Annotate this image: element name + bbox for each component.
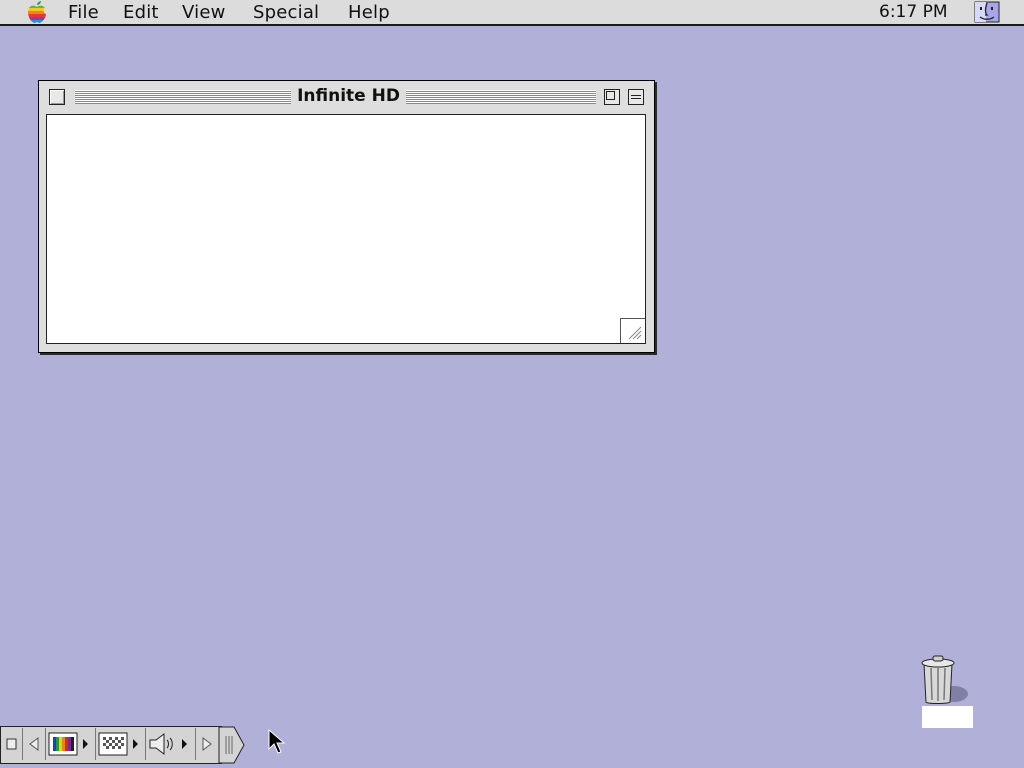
strip-divider	[22, 728, 23, 760]
trash-label[interactable]	[922, 706, 973, 728]
window-content-area[interactable]	[46, 114, 646, 344]
zoom-box-icon[interactable]	[604, 89, 620, 105]
strip-divider	[45, 728, 46, 760]
menu-bar: File Edit View Special Help 6:17 PM	[0, 0, 1024, 26]
strip-collapse-icon[interactable]	[3, 729, 21, 759]
menu-special[interactable]: Special	[253, 2, 319, 23]
monitor-bit-depth-icon[interactable]	[47, 729, 93, 759]
menu-file[interactable]: File	[68, 2, 99, 23]
finder-window[interactable]: Infinite HD	[38, 80, 655, 353]
menu-clock[interactable]: 6:17 PM	[879, 2, 948, 22]
control-strip[interactable]	[0, 726, 246, 764]
menu-edit[interactable]: Edit	[123, 2, 159, 23]
menu-view[interactable]: View	[182, 2, 226, 23]
menu-help[interactable]: Help	[348, 2, 390, 23]
close-box-icon[interactable]	[49, 89, 65, 105]
strip-tab-icon[interactable]	[218, 726, 246, 764]
sound-volume-icon[interactable]	[147, 729, 193, 759]
window-title-bar[interactable]: Infinite HD	[39, 81, 654, 113]
trash-can-icon[interactable]	[918, 654, 974, 706]
strip-divider	[195, 728, 196, 760]
finder-icon[interactable]	[973, 1, 1001, 24]
resize-grip-icon[interactable]	[620, 318, 645, 343]
strip-divider	[145, 728, 146, 760]
title-bar-stripes-left	[75, 90, 291, 104]
title-bar-stripes-right	[406, 90, 596, 104]
collapse-box-icon[interactable]	[628, 89, 644, 105]
window-title: Infinite HD	[291, 86, 406, 106]
monitor-resolution-icon[interactable]	[97, 729, 143, 759]
strip-divider	[95, 728, 96, 760]
apple-menu-icon[interactable]	[24, 1, 50, 25]
scroll-left-icon[interactable]	[24, 729, 44, 759]
scroll-right-icon[interactable]	[197, 729, 217, 759]
mouse-pointer-icon	[268, 729, 286, 754]
